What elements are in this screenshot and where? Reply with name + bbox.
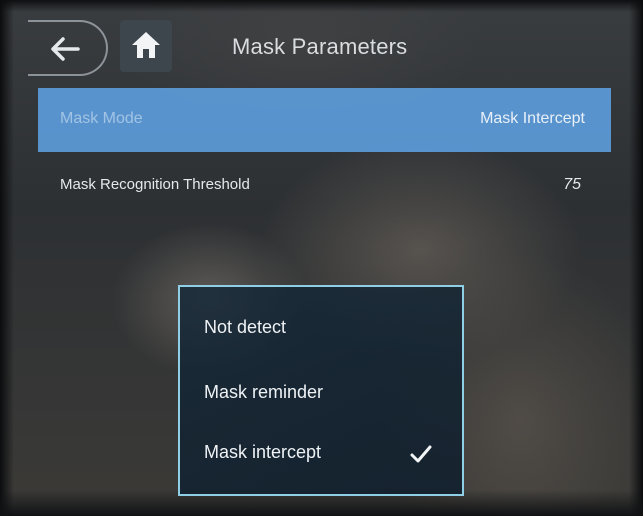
page-title: Mask Parameters bbox=[232, 34, 408, 59]
threshold-row[interactable]: Mask Recognition Threshold 75 bbox=[38, 160, 611, 210]
checkmark-icon bbox=[410, 445, 432, 463]
threshold-label: Mask Recognition Threshold bbox=[60, 176, 250, 193]
threshold-value: 75 bbox=[563, 176, 581, 193]
back-button[interactable] bbox=[28, 20, 108, 76]
back-arrow-icon bbox=[51, 37, 80, 61]
mask-mode-popup: Not detect Mask reminder Mask intercept bbox=[178, 285, 464, 496]
screen-bezel-left bbox=[0, 0, 14, 516]
mask-mode-row[interactable]: Mask Mode Mask Intercept bbox=[38, 88, 611, 152]
screen-bezel-right bbox=[629, 0, 643, 516]
option-mask-reminder[interactable]: Mask reminder bbox=[204, 382, 323, 403]
option-not-detect[interactable]: Not detect bbox=[204, 317, 286, 338]
screen-bezel-top bbox=[0, 0, 643, 12]
option-mask-intercept[interactable]: Mask intercept bbox=[204, 442, 321, 463]
home-button[interactable] bbox=[120, 20, 172, 72]
home-icon bbox=[132, 32, 160, 58]
mask-mode-value: Mask Intercept bbox=[480, 110, 585, 127]
device-screen-photo: Mask Parameters Mask Mode Mask Intercept… bbox=[0, 0, 643, 516]
mask-mode-label: Mask Mode bbox=[60, 110, 143, 127]
